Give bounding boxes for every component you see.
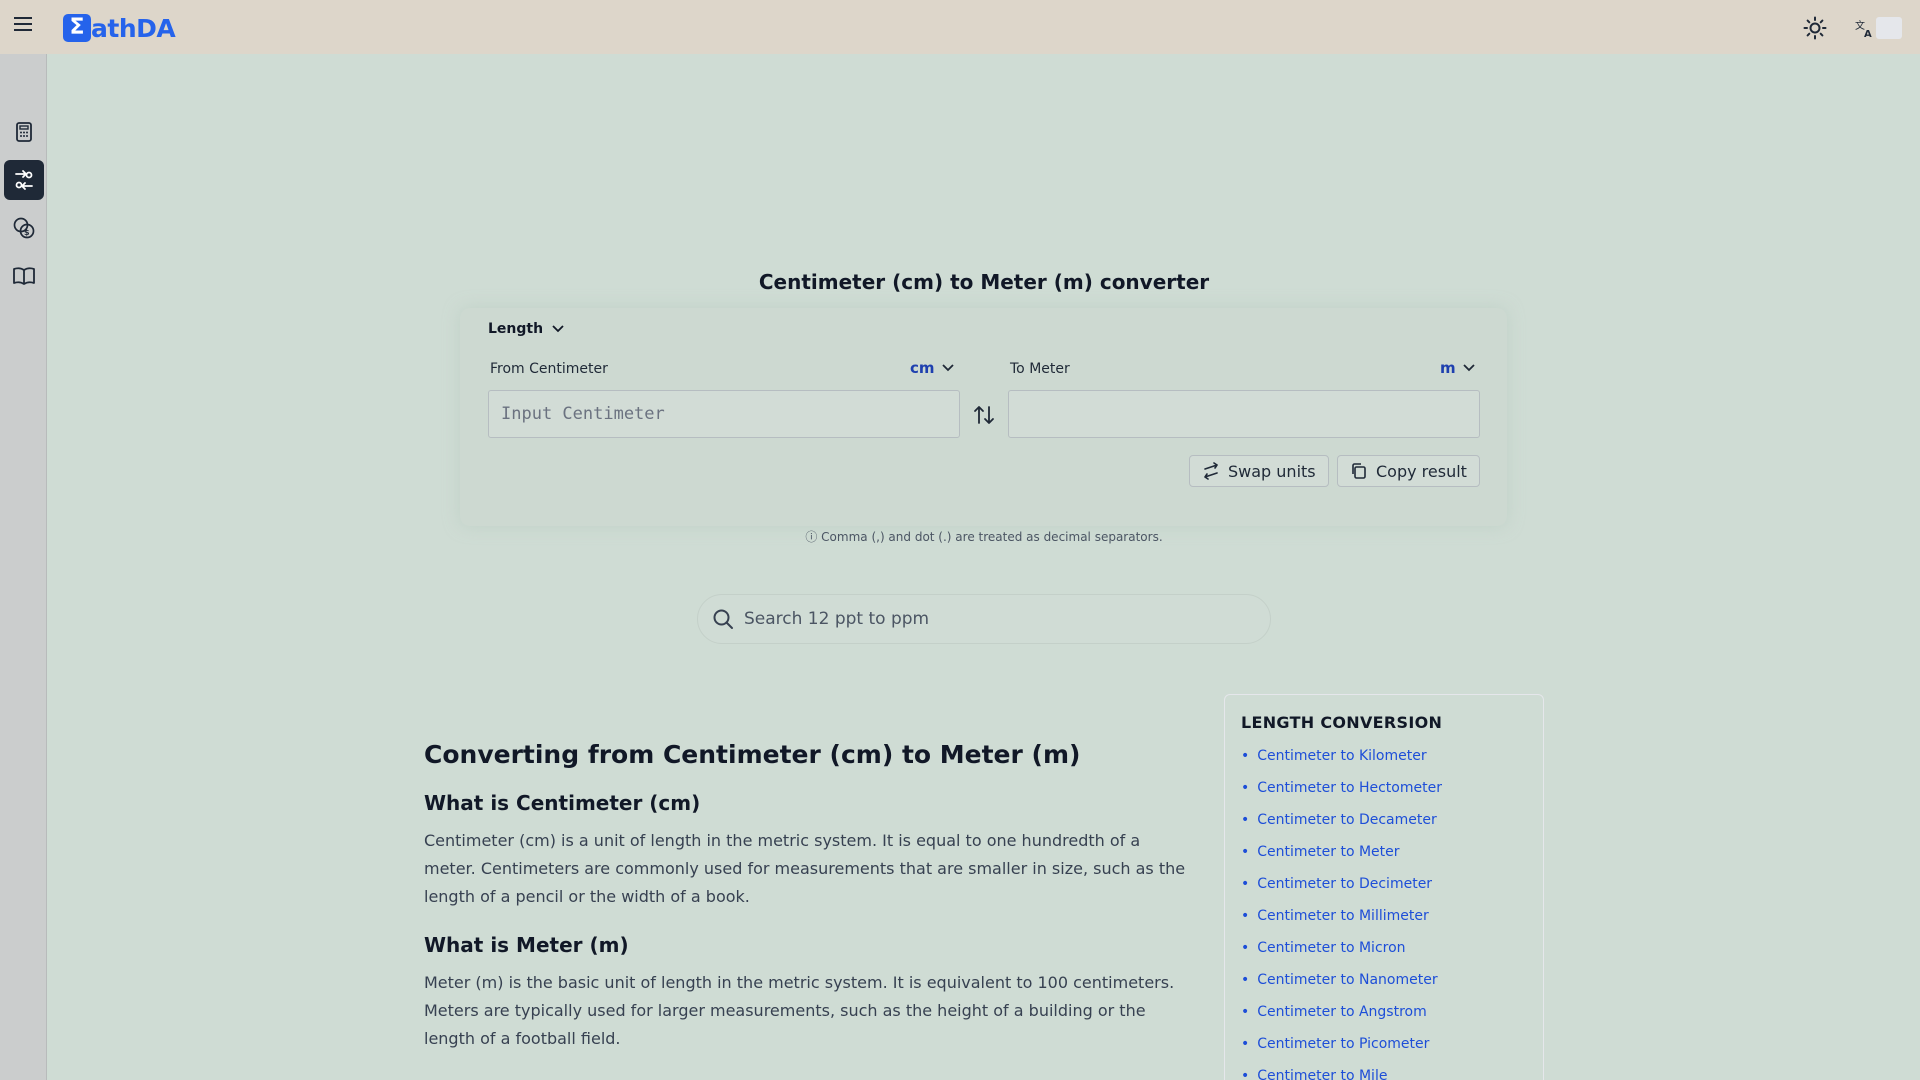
article: Converting from Centimeter (cm) to Meter… (424, 740, 1194, 1053)
chevron-down-icon (1463, 364, 1475, 372)
svg-text:A: A (1864, 29, 1872, 38)
section-title: What is Centimeter (cm) (424, 791, 701, 815)
related-link[interactable]: • Centimeter to Picometer (1241, 1028, 1527, 1060)
related-link-label: Centimeter to Picometer (1257, 1036, 1430, 1052)
related-link[interactable]: • Centimeter to Angstrom (1241, 996, 1527, 1028)
swap-icon (1204, 462, 1218, 480)
from-unit-value: cm (910, 359, 935, 377)
panel-title: LENGTH CONVERSION (1241, 713, 1443, 732)
related-link-label: Centimeter to Micron (1257, 940, 1406, 956)
related-link-label: Centimeter to Nanometer (1257, 972, 1438, 988)
bullet: • (1241, 844, 1250, 860)
swap-units-label: Swap units (1228, 461, 1316, 481)
related-link-label: Centimeter to Mile (1257, 1068, 1388, 1080)
category-label: Length (488, 321, 544, 337)
related-link[interactable]: • Centimeter to Decameter (1241, 804, 1527, 836)
related-link[interactable]: • Centimeter to Nanometer (1241, 964, 1527, 996)
related-link-label: Centimeter to Meter (1257, 844, 1400, 860)
section-body: Centimeter (cm) is a unit of length in t… (424, 831, 1186, 906)
related-link-label: Centimeter to Hectometer (1257, 780, 1442, 796)
currency-icon: $ (13, 217, 35, 239)
section-title: What is Meter (m) (424, 933, 629, 957)
related-link-label: Centimeter to Angstrom (1257, 1004, 1427, 1020)
converter-icon (15, 170, 33, 190)
search-input[interactable]: Search 12 ppt to ppm (697, 594, 1271, 644)
related-link-label: Centimeter to Kilometer (1257, 748, 1427, 764)
logo-mark: Σ (63, 14, 91, 42)
search-icon (713, 609, 733, 629)
page-title: Centimeter (cm) to Meter (m) converter (758, 270, 1210, 294)
sidebar-item-calculator[interactable] (4, 112, 44, 152)
svg-text:$: $ (24, 228, 30, 237)
sidebar-item-converter[interactable] (4, 160, 44, 200)
translate-icon[interactable]: 文 A (1855, 18, 1875, 38)
related-link[interactable]: • Centimeter to Hectometer (1241, 772, 1527, 804)
from-unit-label: From Centimeter (490, 361, 608, 377)
bullet: • (1241, 1068, 1250, 1080)
to-unit-label: To Meter (1010, 361, 1070, 377)
logo-text: athDA (91, 13, 176, 43)
article-heading: Converting from Centimeter (cm) to Meter… (424, 740, 1081, 769)
related-link[interactable]: • Centimeter to Decimeter (1241, 868, 1527, 900)
calculator-icon (16, 122, 32, 142)
from-value-input[interactable] (488, 390, 960, 438)
bullet: • (1241, 812, 1250, 828)
decimal-separator-note: ⓘ Comma (,) and dot (.) are treated as d… (805, 530, 1163, 544)
bullet: • (1241, 940, 1250, 956)
related-link-label: Centimeter to Millimeter (1257, 908, 1429, 924)
related-links-list: • Centimeter to Kilometer • Centimeter to … (1241, 740, 1527, 1080)
bullet: • (1241, 1036, 1250, 1052)
to-value-output[interactable] (1008, 390, 1480, 438)
search-placeholder: Search 12 ppt to ppm (744, 609, 930, 629)
top-bar: Σ athDA 文 A (0, 0, 1920, 54)
bullet: • (1241, 908, 1250, 924)
related-conversions-panel: LENGTH CONVERSION • Centimeter to Kilomet… (1224, 694, 1544, 1080)
language-flag-image[interactable] (1876, 17, 1902, 39)
site-logo[interactable]: Σ athDA (63, 13, 176, 43)
copy-result-button[interactable]: Copy result (1337, 455, 1480, 487)
related-link-label: Centimeter to Decameter (1257, 812, 1437, 828)
chevron-down-icon (552, 325, 564, 333)
category-select[interactable]: Length (488, 321, 565, 337)
menu-icon[interactable] (12, 13, 34, 35)
to-unit-select[interactable]: m (1440, 359, 1476, 377)
related-link-label: Centimeter to Decimeter (1257, 876, 1433, 892)
to-unit-value: m (1440, 359, 1456, 377)
related-link[interactable]: • Centimeter to Micron (1241, 932, 1527, 964)
swap-arrows-icon[interactable] (972, 403, 996, 427)
bullet: • (1241, 1004, 1250, 1020)
related-link[interactable]: • Centimeter to Kilometer (1241, 740, 1527, 772)
copy-icon (1352, 463, 1366, 479)
bullet: • (1241, 972, 1250, 988)
sidebar-item-currency[interactable]: $ (4, 208, 44, 248)
chevron-down-icon (941, 364, 954, 372)
bullet: • (1241, 780, 1250, 796)
copy-result-label: Copy result (1376, 461, 1467, 481)
related-link[interactable]: • Centimeter to Millimeter (1241, 900, 1527, 932)
section-body: Meter (m) is the basic unit of length in… (424, 973, 1175, 1048)
bullet: • (1241, 876, 1250, 892)
swap-units-button[interactable]: Swap units (1189, 455, 1329, 487)
from-unit-select[interactable]: cm (910, 359, 955, 377)
related-link[interactable]: • Centimeter to Mile (1241, 1060, 1527, 1080)
bullet: • (1241, 748, 1250, 764)
sun-icon[interactable] (1803, 16, 1827, 40)
sidebar: $ (0, 54, 47, 1080)
related-link[interactable]: • Centimeter to Meter (1241, 836, 1527, 868)
